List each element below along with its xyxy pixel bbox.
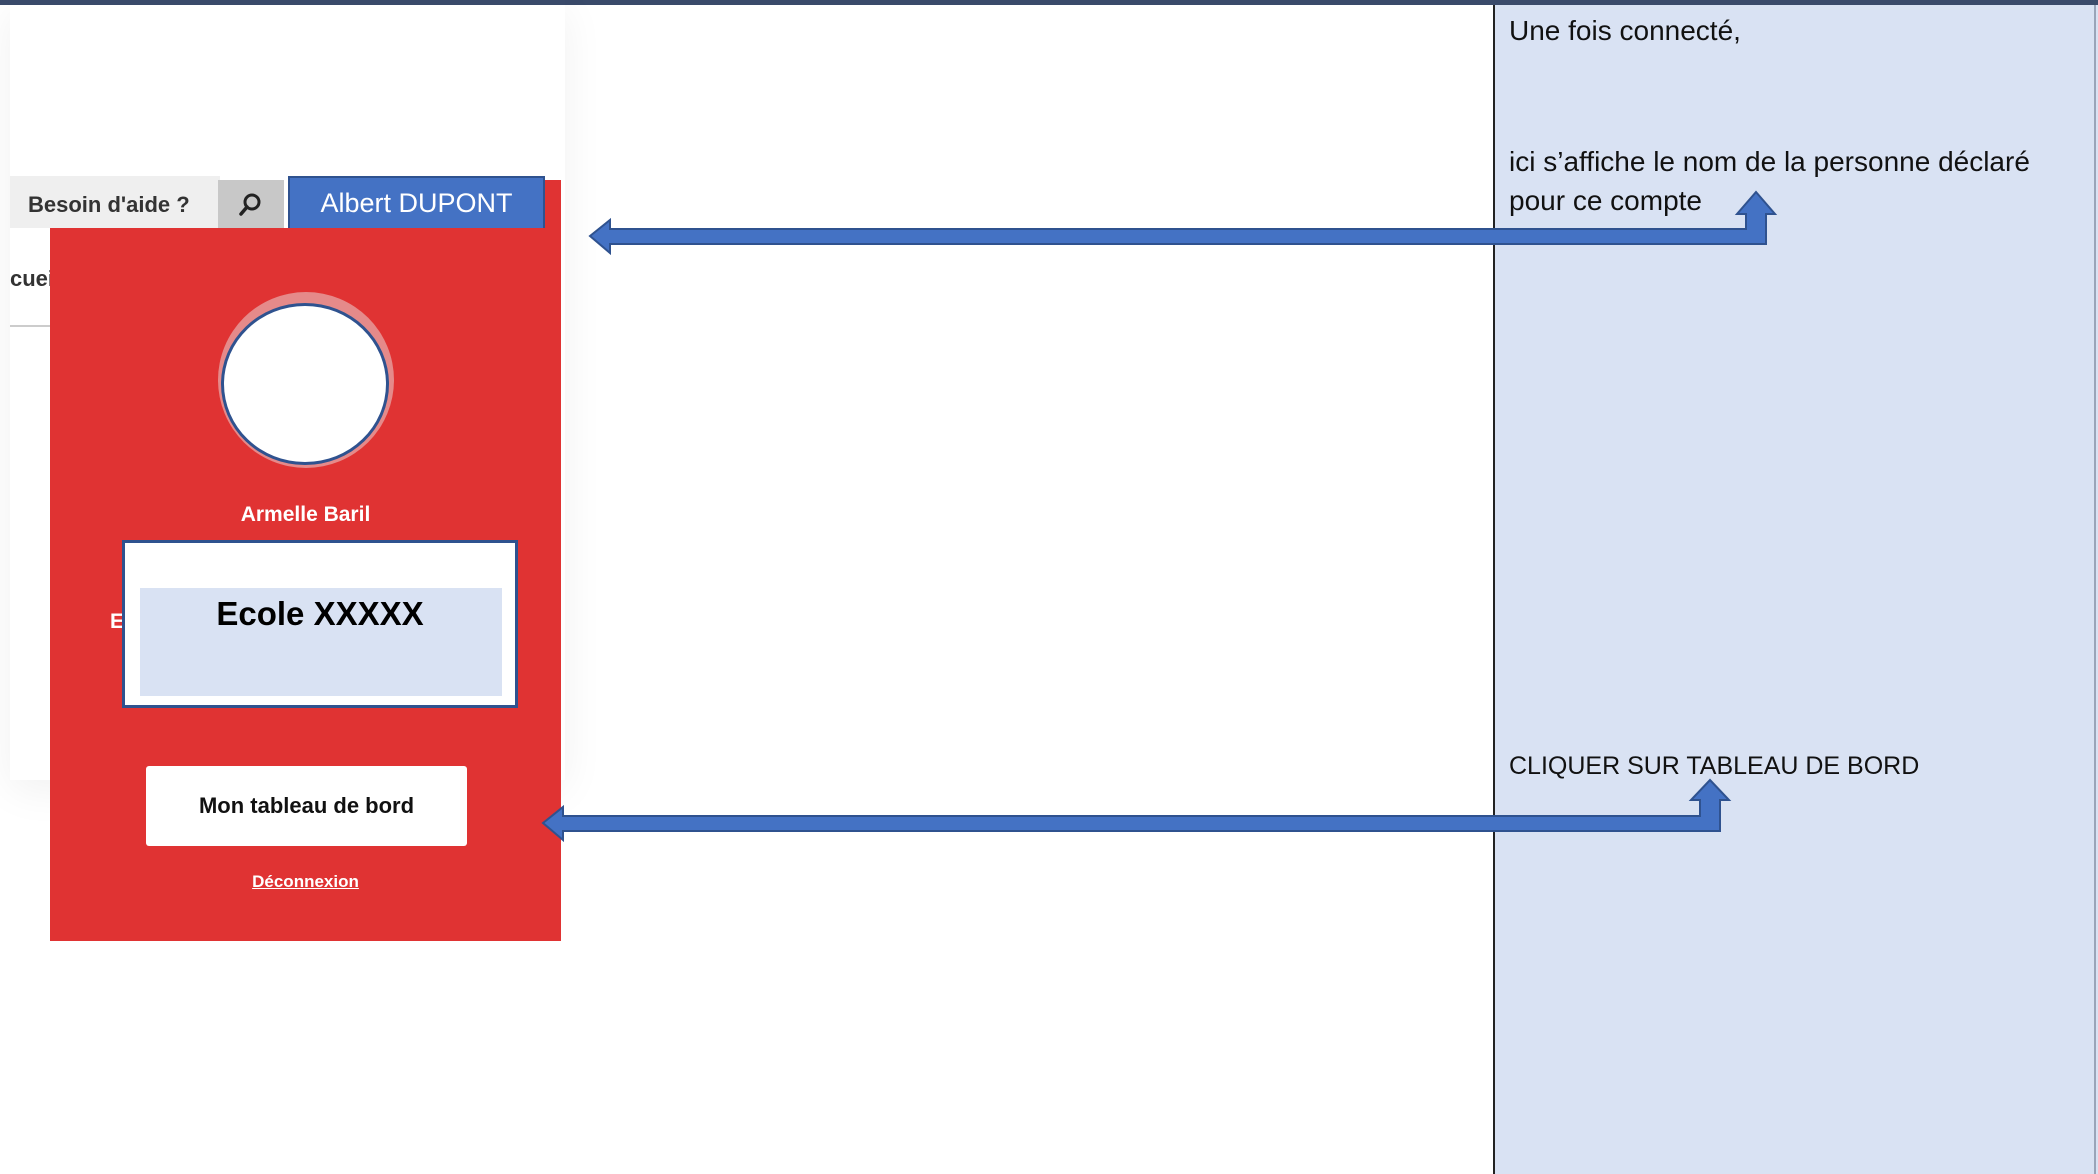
annotation-arrows — [541, 190, 1778, 843]
arrow-to-dashboard — [541, 778, 1732, 843]
arrow-to-user-name — [588, 190, 1778, 256]
